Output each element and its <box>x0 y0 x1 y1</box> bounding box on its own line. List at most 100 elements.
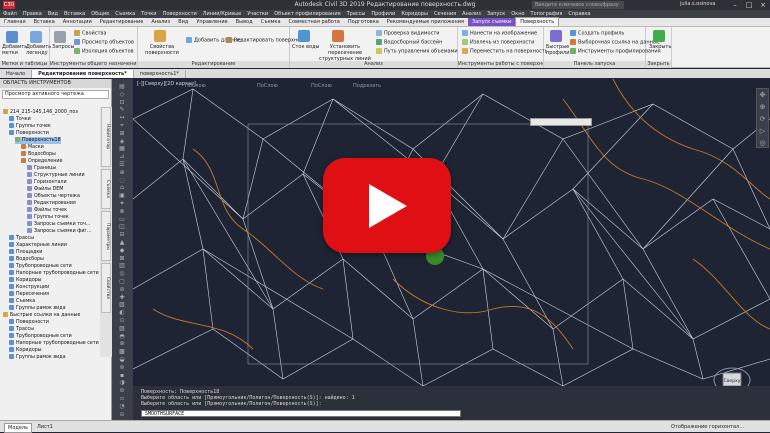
tree-node[interactable]: Трассы <box>9 326 34 333</box>
menu-item[interactable]: Запуск <box>484 11 508 17</box>
search-input[interactable]: Введите ключевое слово/фразу <box>532 1 624 9</box>
tree-node[interactable]: Файлы точек <box>27 207 67 214</box>
tree-node[interactable]: Группы рамок вида <box>9 354 66 361</box>
close-icon[interactable]: × <box>756 0 770 10</box>
toolstrip-tool-icon[interactable]: ▲ <box>117 239 127 246</box>
toolstrip-tool-icon[interactable]: ◆ <box>117 247 127 254</box>
toolstrip-tool-icon[interactable]: ▫ <box>117 395 127 402</box>
tree-node[interactable]: Горизонтали <box>27 179 67 186</box>
ribbon-tab[interactable]: Вид <box>174 18 192 26</box>
surface-properties-button[interactable]: Свойства поверхности <box>142 44 182 56</box>
toolstrip-tool-icon[interactable]: ▥ <box>117 262 127 269</box>
toolstrip-tool-icon[interactable]: ⊿ <box>117 153 127 160</box>
pan-icon[interactable]: ✥ <box>757 89 768 101</box>
toolstrip-tool-icon[interactable]: ⊞ <box>117 130 127 137</box>
breakline-intersection-button[interactable]: Установить пересечение структурных линий <box>318 44 372 62</box>
ribbon-tab[interactable]: Съемка <box>257 18 285 26</box>
minimize-icon[interactable]: – <box>728 0 742 10</box>
toolstrip-tool-icon[interactable]: ◔ <box>117 403 127 410</box>
zoom-icon[interactable]: ⊕ <box>757 101 768 113</box>
toolstrip-tool-icon[interactable]: ◎ <box>117 270 127 277</box>
menu-item[interactable]: Общие <box>88 11 112 17</box>
tab-surface1[interactable]: поверхность1* <box>134 70 186 78</box>
toolstrip-tool-icon[interactable]: ▩ <box>117 348 127 355</box>
tree-node[interactable]: Поверхности <box>9 319 49 326</box>
add-labels-button[interactable]: Добавить метки <box>2 44 27 56</box>
tree-node[interactable]: Поверхности <box>9 130 49 137</box>
menu-item[interactable]: Линии/Кривые <box>200 11 244 17</box>
toolstrip-tool-icon[interactable]: ⌖ <box>117 122 127 129</box>
ribbon-tab-active[interactable]: Поверхность <box>515 17 560 26</box>
menu-item[interactable]: Сечения <box>431 11 459 17</box>
ribbon-tab[interactable]: Подготовка <box>344 18 383 26</box>
inquiry-button[interactable]: Запросы <box>52 44 74 50</box>
toolstrip-tool-icon[interactable]: ☰ <box>117 161 127 168</box>
tree-node[interactable]: Границы <box>27 165 56 172</box>
menu-item[interactable]: Правка <box>20 11 45 17</box>
steering-wheel-icon[interactable]: ◎ <box>757 137 768 149</box>
toolstrip-tool-icon[interactable]: ✎ <box>117 106 127 113</box>
ribbon-tab-contextual[interactable]: Запуск съемки <box>468 18 516 26</box>
tree-node[interactable]: Площадки <box>9 249 42 256</box>
video-play-button[interactable] <box>323 158 451 253</box>
tree-node[interactable]: Пересечения <box>9 291 49 298</box>
tab-navigator[interactable]: Навигатор <box>101 107 111 167</box>
menu-item[interactable]: Участки <box>244 11 271 17</box>
tree-node[interactable]: Конструкции <box>9 284 49 291</box>
menu-item[interactable]: Файл <box>0 11 20 17</box>
tree-node[interactable]: Запросы съемки точ... <box>27 221 90 228</box>
tree-node[interactable]: Напорные трубопроводные сети <box>9 340 99 347</box>
toolstrip-tool-icon[interactable]: ⊠ <box>117 255 127 262</box>
tree-node[interactable]: Определение <box>21 158 62 165</box>
toolstrip-tool-icon[interactable]: ▪ <box>117 372 127 379</box>
tab-layout1[interactable]: Лист1 <box>34 423 56 431</box>
ribbon-tab[interactable]: Аннотации <box>59 18 96 26</box>
ribbon-tab[interactable]: Редактирование <box>96 18 148 26</box>
toolstrip-tool-icon[interactable]: ◌ <box>117 177 127 184</box>
tree-node[interactable]: Трассы <box>9 235 34 242</box>
tab-settings[interactable]: Параметры <box>101 211 111 261</box>
toolstrip-tool-icon[interactable]: ◐ <box>117 309 127 316</box>
tree-node[interactable]: Характерные линии <box>9 242 67 249</box>
toolstrip-tool-icon[interactable]: ▢ <box>117 278 127 285</box>
properties-button[interactable]: Свойства <box>74 30 106 37</box>
menu-item[interactable]: Поверхности <box>160 11 200 17</box>
move-to-surface-button[interactable]: Переместить на поверхность <box>462 48 548 55</box>
tree-node[interactable]: Запросы съемки фиг... <box>27 228 92 235</box>
quick-profile-button[interactable]: Быстрые профили <box>546 44 569 56</box>
ribbon-tab[interactable]: Вывод <box>232 18 257 26</box>
drawing-canvas[interactable]: [-][Сверху][2D каркас] ПоСлою ПоСлою ПоС… <box>133 79 770 386</box>
toolstrip-tool-icon[interactable]: ◇ <box>117 91 127 98</box>
tree-node[interactable]: Группы рамок вида <box>9 305 66 312</box>
extract-button[interactable]: Извлечь из поверхности <box>462 39 534 46</box>
toolstrip-tool-icon[interactable]: ⊡ <box>117 99 127 106</box>
tree-node[interactable]: 214_215-145,146_2000_поз <box>3 109 78 116</box>
toolstrip-tool-icon[interactable]: ✦ <box>117 200 127 207</box>
tree-node[interactable]: Коридоры <box>9 277 42 284</box>
create-profile-button[interactable]: Создать профиль <box>570 30 624 37</box>
toolstrip-tool-icon[interactable]: ◫ <box>117 223 127 230</box>
menu-item[interactable]: Объект профилирования <box>271 11 343 17</box>
drape-image-button[interactable]: Нанести на изображение <box>462 30 537 37</box>
user-account[interactable]: julia.s.osinova <box>680 1 716 7</box>
toolstrip-tool-icon[interactable]: ▭ <box>117 216 127 223</box>
toolstrip-tool-icon[interactable]: ◒ <box>117 356 127 363</box>
command-input[interactable]: SMOOTHSURFACE <box>141 410 461 417</box>
toolstrip-tool-icon[interactable]: ▦ <box>117 145 127 152</box>
tab-properties[interactable]: Свойства <box>101 263 111 313</box>
menu-item[interactable]: Вид <box>45 11 61 17</box>
isolate-objects-button[interactable]: Изоляция объектов <box>74 48 134 55</box>
toolstrip-tool-icon[interactable]: ◓ <box>117 333 127 340</box>
showmotion-icon[interactable]: ▷ <box>757 125 768 137</box>
tree-node[interactable]: Быстрые ссылки на данные <box>3 312 80 319</box>
tree-node[interactable]: Точки <box>9 116 31 123</box>
menu-item[interactable]: Съемка <box>112 11 138 17</box>
orbit-icon[interactable]: ⟳ <box>757 113 768 125</box>
tree-node[interactable]: Структурные линии <box>27 172 85 179</box>
toolstrip-tool-icon[interactable]: ✚ <box>117 294 127 301</box>
add-legend-button[interactable]: Добавить легенду <box>26 44 51 56</box>
ribbon-tab[interactable]: Анализ <box>147 18 174 26</box>
menu-item[interactable]: Точки <box>138 11 159 17</box>
object-viewer-button[interactable]: Просмотр объектов <box>74 39 134 46</box>
tree-node[interactable]: Трубопроводные сети <box>9 333 72 340</box>
